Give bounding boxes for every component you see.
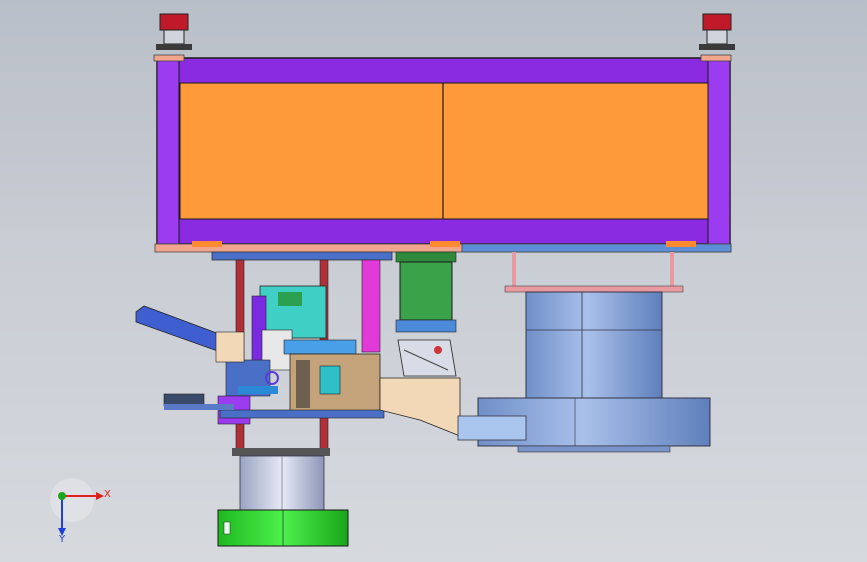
coordinate-triad: X Y [50,478,111,545]
green-column-block [395,251,457,333]
model-canvas[interactable]: X Y [0,0,867,562]
hopper-plate [379,339,527,441]
chute-arm [135,305,245,363]
z-axis-dot [58,492,66,500]
y-axis-label: Y [58,534,66,545]
bottom-drum [217,448,349,547]
main-frame [153,54,732,245]
caster-right [699,13,735,50]
x-axis-label: X [104,489,111,500]
caster-left [156,13,192,50]
cad-viewport[interactable]: X Y [0,0,867,562]
center-mechanism [163,259,385,451]
